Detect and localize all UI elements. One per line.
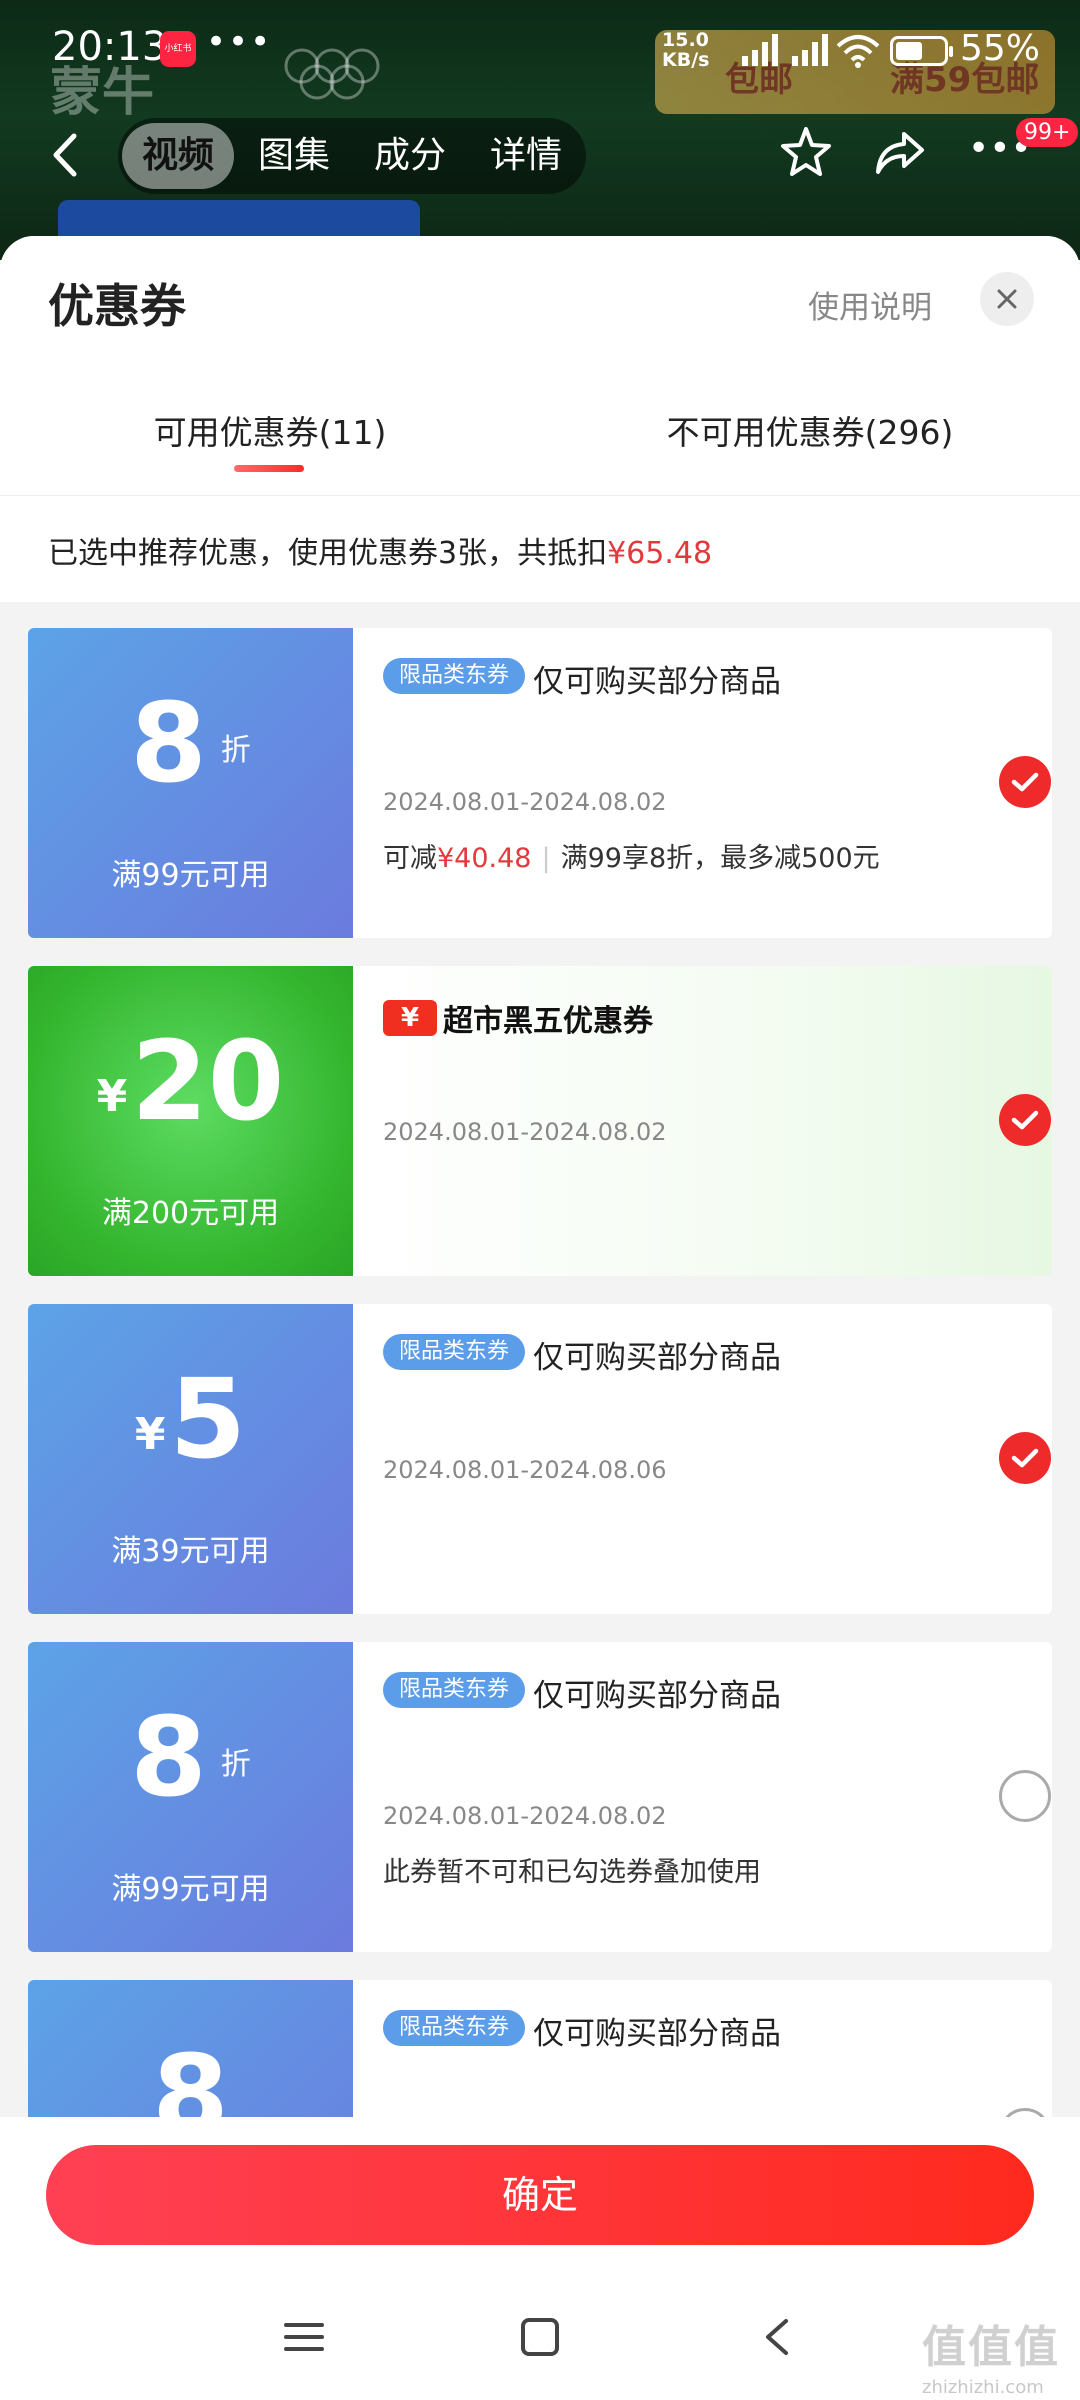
home-icon[interactable] (520, 2317, 560, 2357)
summary-prefix: 已选中推荐优惠，使用优惠券3张，共抵扣 (48, 536, 608, 571)
coupon-sheet: 优惠券 使用说明 可用优惠券(11) 不可用优惠券(296) 已选中推荐优惠，使… (0, 236, 1080, 2400)
watermark-url: zhizhizhi.com (922, 2377, 1044, 2398)
close-icon (997, 289, 1017, 309)
coupon-special-title: ¥ 超市黑五优惠券 (383, 996, 653, 1040)
selection-summary: 已选中推荐优惠，使用优惠券3张，共抵扣¥65.48 (0, 496, 1080, 602)
coupon-value-panel: 8折 满99元可用 (28, 1642, 353, 1952)
xiaohongshu-app-icon: 小红书 (160, 31, 196, 67)
signal-icon-2 (792, 34, 828, 66)
coupon-value: 8折 (130, 679, 251, 807)
coupon-value-panel: ¥5 满39元可用 (28, 1304, 353, 1614)
coupon-tag: 限品类东券 (383, 2010, 526, 2046)
summary-amount: ¥65.48 (607, 536, 713, 571)
coupon-card[interactable]: 8折 满99元可用 限品类东券 仅可购买部分商品 2024.08.01-2024… (28, 1642, 1052, 1952)
star-favorite-icon[interactable] (778, 124, 834, 180)
coupon-info: 限品类东券 仅可购买部分商品 2024.08.01-2024.08.02 可减¥… (353, 628, 1052, 938)
coupon-value-panel: 8折 满99元可用 (28, 628, 353, 938)
share-icon[interactable] (872, 124, 928, 180)
coupon-tag: 限品类东券 (383, 1334, 526, 1370)
coupon-note: 可减¥40.48 | 满99享8折，最多减500元 (383, 843, 880, 874)
coupon-condition: 满200元可用 (101, 1196, 280, 1231)
coupon-card[interactable]: ¥5 满39元可用 限品类东券 仅可购买部分商品 2024.08.01-2024… (28, 1304, 1052, 1614)
usage-instructions-link[interactable]: 使用说明 (808, 282, 932, 327)
coupon-value: ¥5 (134, 1355, 247, 1483)
coupon-info: 限品类东券 仅可购买部分商品 2024.08.01-2024.08.02 此券暂… (353, 1642, 1052, 1952)
back-arrow-icon[interactable] (46, 130, 82, 180)
coupon-checkbox-checked[interactable] (999, 1094, 1051, 1146)
battery-percent: 55% (960, 28, 1041, 69)
product-nav-bar: 视频 图集 成分 详情 ••• 99+ (0, 110, 1080, 200)
active-tab-indicator (234, 465, 304, 472)
summary-text: 已选中推荐优惠，使用优惠券3张，共抵扣¥65.48 (48, 528, 712, 572)
battery-icon (890, 36, 953, 66)
coupon-card[interactable]: 8折 满99元可用 限品类东券 仅可购买部分商品 2024.08.01-2024… (28, 628, 1052, 938)
coupon-unit: 折 (220, 1746, 251, 1782)
coupon-name: 仅可购买部分商品 (533, 1678, 781, 1714)
watermark-logo: 值值值 (922, 2322, 1060, 2373)
yen-icon: ¥ (383, 1000, 437, 1036)
coupon-value-panel: ¥20 满200元可用 (28, 966, 353, 1276)
signal-icon (742, 34, 778, 66)
coupon-date: 2024.08.01-2024.08.02 (383, 1118, 667, 1146)
close-button[interactable] (980, 272, 1034, 326)
tab-details[interactable]: 详情 (470, 118, 582, 194)
watermark: 值值值 zhizhizhi.com (922, 2311, 1060, 2398)
coupon-note: 此券暂不可和已勾选券叠加使用 (383, 1857, 761, 1888)
coupon-checkbox-unchecked[interactable] (999, 1770, 1051, 1822)
coupon-checkbox-checked[interactable] (999, 1432, 1051, 1484)
coupon-condition: 满39元可用 (111, 1534, 270, 1569)
coupon-date: 2024.08.01-2024.08.02 (383, 1802, 667, 1830)
notification-dots-icon: ••• (206, 22, 273, 62)
check-icon (1011, 1448, 1039, 1468)
coupon-name: 仅可购买部分商品 (533, 664, 781, 700)
back-icon[interactable] (758, 2317, 798, 2357)
tab-available-coupons[interactable]: 可用优惠券(11) (120, 406, 420, 454)
coupon-name: 超市黑五优惠券 (443, 1004, 653, 1039)
system-navigation-bar (0, 2295, 1080, 2395)
coupon-name: 仅可购买部分商品 (533, 2016, 781, 2052)
wifi-icon (836, 35, 880, 68)
coupon-name: 仅可购买部分商品 (533, 1340, 781, 1376)
network-speed: 15.0 KB/s (662, 29, 710, 71)
coupon-date: 2024.08.01-2024.08.06 (383, 1456, 667, 1484)
coupon-value: ¥20 (96, 1017, 285, 1145)
check-icon (1011, 772, 1039, 792)
sheet-header: 优惠券 使用说明 可用优惠券(11) 不可用优惠券(296) (0, 236, 1080, 496)
coupon-checkbox-checked[interactable] (999, 756, 1051, 808)
tab-unavailable-coupons[interactable]: 不可用优惠券(296) (630, 406, 990, 454)
coupon-card[interactable]: ¥20 满200元可用 ¥ 超市黑五优惠券 2024.08.01-2024.08.… (28, 966, 1052, 1276)
coupon-date: 2024.08.01-2024.08.02 (383, 788, 667, 816)
coupon-value: 8折 (130, 1693, 251, 1821)
product-tabs: 视频 图集 成分 详情 (118, 118, 586, 194)
coupon-tag: 限品类东券 (383, 1672, 526, 1708)
coupon-unit: 折 (220, 732, 251, 768)
status-time: 20:13 (52, 24, 168, 70)
coupon-info: ¥ 超市黑五优惠券 2024.08.01-2024.08.02 (353, 966, 1052, 1276)
coupon-tag: 限品类东券 (383, 658, 526, 694)
message-count-badge: 99+ (1016, 118, 1079, 147)
confirm-button[interactable]: 确定 (46, 2145, 1034, 2245)
bottom-bar: 确定 值值值 zhizhizhi.com (0, 2117, 1080, 2400)
check-icon (1011, 1110, 1039, 1130)
coupon-condition: 满99元可用 (111, 858, 270, 893)
tab-video[interactable]: 视频 (122, 123, 234, 189)
tab-ingredients[interactable]: 成分 (354, 118, 466, 194)
coupon-info: 限品类东券 仅可购买部分商品 2024.08.01-2024.08.06 (353, 1304, 1052, 1614)
menu-icon[interactable] (284, 2317, 324, 2357)
tab-gallery[interactable]: 图集 (238, 118, 350, 194)
coupon-condition: 满99元可用 (111, 1872, 270, 1907)
sheet-title: 优惠券 (48, 279, 186, 333)
status-bar: 20:13 小红书 ••• 15.0 KB/s 55% (0, 0, 1080, 100)
